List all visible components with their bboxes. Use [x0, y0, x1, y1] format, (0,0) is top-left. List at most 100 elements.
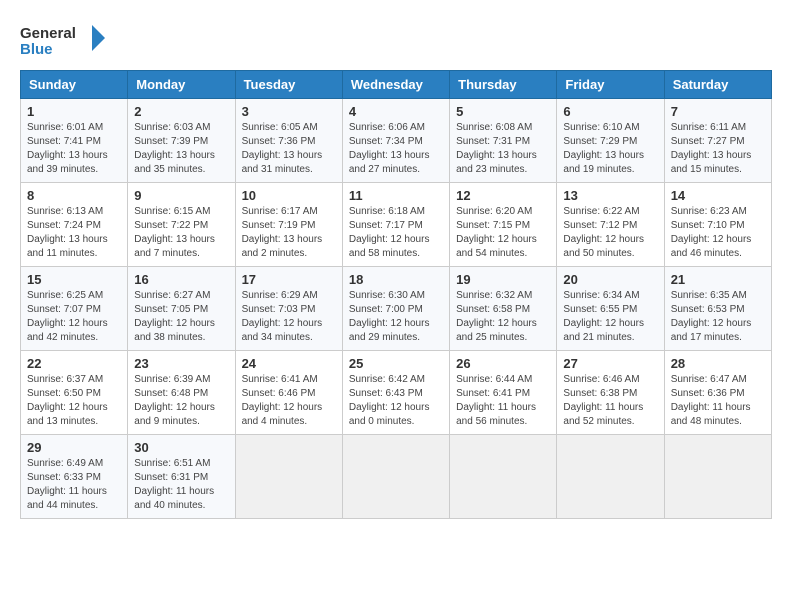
- calendar-day-cell: 2 Sunrise: 6:03 AM Sunset: 7:39 PM Daylig…: [128, 99, 235, 183]
- day-info: Sunrise: 6:46 AM Sunset: 6:38 PM Dayligh…: [563, 374, 643, 427]
- calendar-week-row: 8 Sunrise: 6:13 AM Sunset: 7:24 PM Daylig…: [21, 183, 772, 267]
- day-info: Sunrise: 6:39 AM Sunset: 6:48 PM Dayligh…: [134, 374, 215, 427]
- calendar-day-cell: 5Sunrise: 6:08 AM Sunset: 7:31 PM Daylig…: [450, 99, 557, 183]
- day-info: Sunrise: 6:51 AM Sunset: 6:31 PM Dayligh…: [134, 458, 214, 511]
- svg-text:Blue: Blue: [20, 41, 53, 58]
- day-number: 9: [134, 188, 228, 203]
- day-info: Sunrise: 6:42 AM Sunset: 6:43 PM Dayligh…: [349, 374, 430, 427]
- day-number: 24: [242, 356, 336, 371]
- day-number: 30: [134, 440, 228, 455]
- day-number: 27: [563, 356, 657, 371]
- day-info: Sunrise: 6:11 AM Sunset: 7:27 PM Dayligh…: [671, 122, 752, 175]
- calendar-week-row: 1 Sunrise: 6:01 AM Sunset: 7:41 PM Daylig…: [21, 99, 772, 183]
- day-info: Sunrise: 6:05 AM Sunset: 7:36 PM Dayligh…: [242, 122, 323, 175]
- day-number: 13: [563, 188, 657, 203]
- weekday-header-monday: Monday: [128, 71, 235, 99]
- day-info: Sunrise: 6:03 AM Sunset: 7:39 PM Dayligh…: [134, 122, 215, 175]
- day-info: Sunrise: 6:49 AM Sunset: 6:33 PM Dayligh…: [27, 458, 107, 511]
- weekday-header-thursday: Thursday: [450, 71, 557, 99]
- day-number: 10: [242, 188, 336, 203]
- calendar-day-cell: 22Sunrise: 6:37 AM Sunset: 6:50 PM Dayli…: [21, 351, 128, 435]
- day-info: Sunrise: 6:18 AM Sunset: 7:17 PM Dayligh…: [349, 206, 430, 259]
- calendar-day-cell: 1 Sunrise: 6:01 AM Sunset: 7:41 PM Daylig…: [21, 99, 128, 183]
- weekday-header-row: SundayMondayTuesdayWednesdayThursdayFrid…: [21, 71, 772, 99]
- empty-cell: [342, 435, 449, 519]
- day-number: 25: [349, 356, 443, 371]
- calendar-day-cell: 20 Sunrise: 6:34 AM Sunset: 6:55 PM Dayli…: [557, 267, 664, 351]
- day-number: 4: [349, 104, 443, 119]
- day-number: 16: [134, 272, 228, 287]
- calendar-day-cell: 29 Sunrise: 6:49 AM Sunset: 6:33 PM Dayli…: [21, 435, 128, 519]
- calendar-day-cell: 26Sunrise: 6:44 AM Sunset: 6:41 PM Dayli…: [450, 351, 557, 435]
- day-number: 22: [27, 356, 121, 371]
- day-number: 7: [671, 104, 765, 119]
- calendar-header: SundayMondayTuesdayWednesdayThursdayFrid…: [21, 71, 772, 99]
- calendar-day-cell: 12 Sunrise: 6:20 AM Sunset: 7:15 PM Dayli…: [450, 183, 557, 267]
- calendar-day-cell: 19 Sunrise: 6:32 AM Sunset: 6:58 PM Dayli…: [450, 267, 557, 351]
- day-info: Sunrise: 6:47 AM Sunset: 6:36 PM Dayligh…: [671, 374, 751, 427]
- day-number: 2: [134, 104, 228, 119]
- day-number: 14: [671, 188, 765, 203]
- day-info: Sunrise: 6:27 AM Sunset: 7:05 PM Dayligh…: [134, 290, 215, 343]
- calendar-week-row: 15 Sunrise: 6:25 AM Sunset: 7:07 PM Dayli…: [21, 267, 772, 351]
- day-number: 23: [134, 356, 228, 371]
- calendar-table: SundayMondayTuesdayWednesdayThursdayFrid…: [20, 70, 772, 519]
- calendar-day-cell: 11Sunrise: 6:18 AM Sunset: 7:17 PM Dayli…: [342, 183, 449, 267]
- calendar-day-cell: 21Sunrise: 6:35 AM Sunset: 6:53 PM Dayli…: [664, 267, 771, 351]
- day-number: 5: [456, 104, 550, 119]
- day-info: Sunrise: 6:44 AM Sunset: 6:41 PM Dayligh…: [456, 374, 536, 427]
- day-info: Sunrise: 6:35 AM Sunset: 6:53 PM Dayligh…: [671, 290, 752, 343]
- calendar-day-cell: 25 Sunrise: 6:42 AM Sunset: 6:43 PM Dayli…: [342, 351, 449, 435]
- day-number: 17: [242, 272, 336, 287]
- calendar-day-cell: 18 Sunrise: 6:30 AM Sunset: 7:00 PM Dayli…: [342, 267, 449, 351]
- day-info: Sunrise: 6:13 AM Sunset: 7:24 PM Dayligh…: [27, 206, 108, 259]
- calendar-week-row: 22Sunrise: 6:37 AM Sunset: 6:50 PM Dayli…: [21, 351, 772, 435]
- calendar-day-cell: 9 Sunrise: 6:15 AM Sunset: 7:22 PM Daylig…: [128, 183, 235, 267]
- empty-cell: [664, 435, 771, 519]
- header: GeneralBlue: [10, 10, 782, 65]
- day-number: 18: [349, 272, 443, 287]
- weekday-header-friday: Friday: [557, 71, 664, 99]
- calendar-day-cell: 17 Sunrise: 6:29 AM Sunset: 7:03 PM Dayli…: [235, 267, 342, 351]
- day-number: 19: [456, 272, 550, 287]
- day-number: 20: [563, 272, 657, 287]
- calendar-body: 1 Sunrise: 6:01 AM Sunset: 7:41 PM Daylig…: [21, 99, 772, 519]
- weekday-header-saturday: Saturday: [664, 71, 771, 99]
- svg-text:General: General: [20, 25, 76, 42]
- day-info: Sunrise: 6:30 AM Sunset: 7:00 PM Dayligh…: [349, 290, 430, 343]
- day-number: 15: [27, 272, 121, 287]
- day-info: Sunrise: 6:22 AM Sunset: 7:12 PM Dayligh…: [563, 206, 644, 259]
- day-info: Sunrise: 6:17 AM Sunset: 7:19 PM Dayligh…: [242, 206, 323, 259]
- day-number: 1: [27, 104, 121, 119]
- calendar-day-cell: 15 Sunrise: 6:25 AM Sunset: 7:07 PM Dayli…: [21, 267, 128, 351]
- day-info: Sunrise: 6:29 AM Sunset: 7:03 PM Dayligh…: [242, 290, 323, 343]
- calendar-day-cell: 7 Sunrise: 6:11 AM Sunset: 7:27 PM Daylig…: [664, 99, 771, 183]
- day-info: Sunrise: 6:41 AM Sunset: 6:46 PM Dayligh…: [242, 374, 323, 427]
- weekday-header-sunday: Sunday: [21, 71, 128, 99]
- day-info: Sunrise: 6:34 AM Sunset: 6:55 PM Dayligh…: [563, 290, 644, 343]
- day-info: Sunrise: 6:06 AM Sunset: 7:34 PM Dayligh…: [349, 122, 430, 175]
- day-info: Sunrise: 6:23 AM Sunset: 7:10 PM Dayligh…: [671, 206, 752, 259]
- calendar-week-row: 29 Sunrise: 6:49 AM Sunset: 6:33 PM Dayli…: [21, 435, 772, 519]
- day-info: Sunrise: 6:25 AM Sunset: 7:07 PM Dayligh…: [27, 290, 108, 343]
- day-number: 12: [456, 188, 550, 203]
- calendar-day-cell: 16 Sunrise: 6:27 AM Sunset: 7:05 PM Dayli…: [128, 267, 235, 351]
- calendar-day-cell: 14 Sunrise: 6:23 AM Sunset: 7:10 PM Dayli…: [664, 183, 771, 267]
- day-info: Sunrise: 6:32 AM Sunset: 6:58 PM Dayligh…: [456, 290, 537, 343]
- day-number: 8: [27, 188, 121, 203]
- day-number: 28: [671, 356, 765, 371]
- calendar-day-cell: 4 Sunrise: 6:06 AM Sunset: 7:34 PM Daylig…: [342, 99, 449, 183]
- day-number: 29: [27, 440, 121, 455]
- day-number: 3: [242, 104, 336, 119]
- calendar-day-cell: 23 Sunrise: 6:39 AM Sunset: 6:48 PM Dayli…: [128, 351, 235, 435]
- calendar-day-cell: 30 Sunrise: 6:51 AM Sunset: 6:31 PM Dayli…: [128, 435, 235, 519]
- weekday-header-tuesday: Tuesday: [235, 71, 342, 99]
- weekday-header-wednesday: Wednesday: [342, 71, 449, 99]
- empty-cell: [450, 435, 557, 519]
- calendar-day-cell: 3 Sunrise: 6:05 AM Sunset: 7:36 PM Daylig…: [235, 99, 342, 183]
- logo-icon: GeneralBlue: [20, 20, 110, 60]
- day-info: Sunrise: 6:20 AM Sunset: 7:15 PM Dayligh…: [456, 206, 537, 259]
- day-info: Sunrise: 6:01 AM Sunset: 7:41 PM Dayligh…: [27, 122, 108, 175]
- empty-cell: [557, 435, 664, 519]
- day-info: Sunrise: 6:15 AM Sunset: 7:22 PM Dayligh…: [134, 206, 215, 259]
